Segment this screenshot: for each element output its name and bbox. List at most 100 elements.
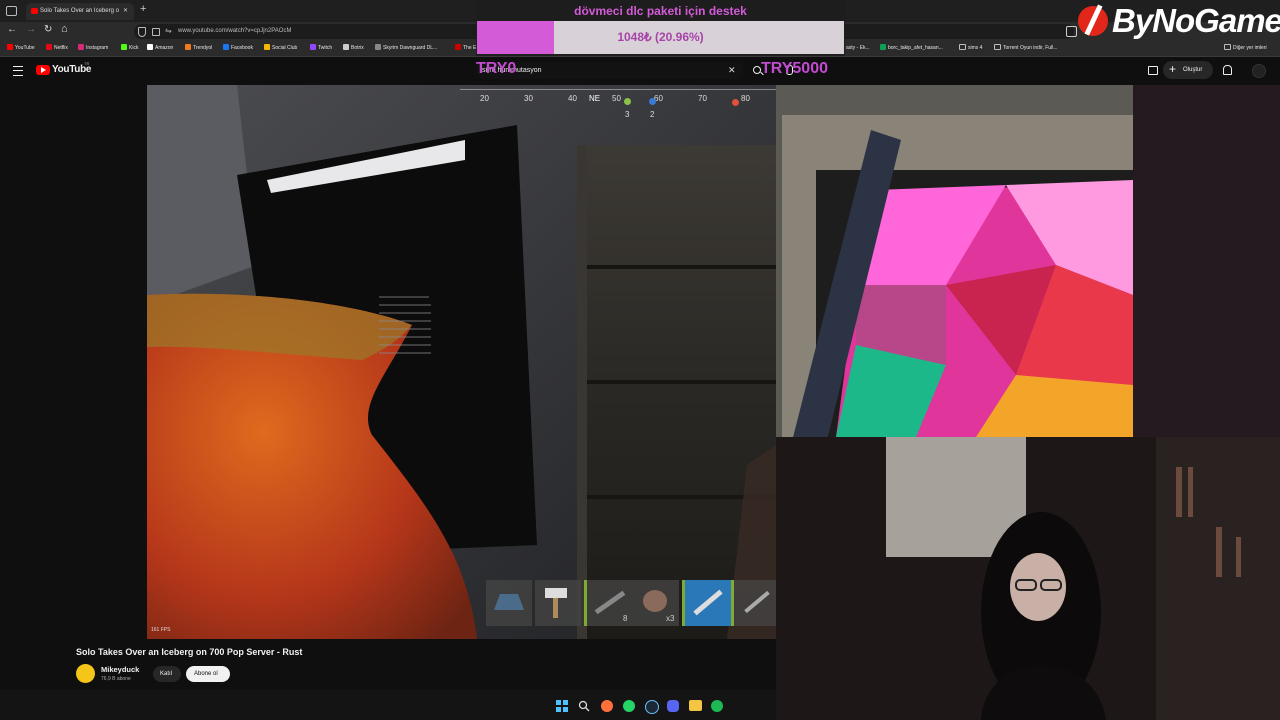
bookmark-amazon[interactable]: Amazon — [147, 41, 173, 56]
back-icon[interactable]: ← — [7, 24, 17, 35]
notifications-bell-icon[interactable] — [1223, 65, 1232, 75]
join-button[interactable]: Katıl — [153, 666, 181, 682]
reload-icon[interactable]: ↻ — [44, 24, 52, 35]
extension-icon[interactable] — [1066, 26, 1077, 37]
spotify-icon[interactable] — [711, 700, 723, 712]
compass-label: 50 — [612, 94, 621, 103]
marker-count: 2 — [650, 110, 655, 119]
bookmark-label: Skyrim Dawnguard DL... — [383, 45, 438, 51]
bookmark-youtube[interactable]: YouTube — [7, 41, 35, 56]
bynogame-logo-text: ByNoGame — [1112, 2, 1280, 39]
hotbar-slot: x3 — [633, 580, 679, 626]
bookmark-label: borc_takip_afet_hasan... — [888, 45, 943, 51]
forward-icon[interactable]: → — [26, 24, 36, 35]
new-tab-button[interactable]: + — [140, 3, 146, 15]
bookmark-label: Trendyol — [193, 45, 213, 51]
whatsapp-icon[interactable] — [623, 700, 635, 712]
windows-logo — [556, 700, 568, 712]
windows-icon[interactable] — [556, 700, 568, 712]
video-player[interactable]: 20 30 40 NE 50 60 70 80 E 3 2 8 x3 161 F… — [147, 85, 776, 639]
bookmark-label: Instagram — [86, 45, 109, 51]
folder-icon — [1224, 44, 1231, 50]
youtube-favicon-icon — [31, 8, 38, 14]
bookmark-red-icon — [455, 44, 461, 50]
file-explorer-icon[interactable] — [689, 700, 702, 711]
bookmark-facebook[interactable]: Facebook — [223, 41, 253, 56]
donation-max-label: TRY5000 — [761, 60, 828, 77]
tab-overview-icon[interactable] — [6, 6, 17, 16]
tab-close-icon[interactable]: ✕ — [123, 3, 128, 20]
fps-counter: 161 FPS — [151, 627, 171, 633]
instagram-icon — [78, 44, 84, 50]
bookmark-twitch[interactable]: Twitch — [310, 41, 332, 56]
bookmark-botrix[interactable]: Botrix — [343, 41, 364, 56]
hammer-handle — [553, 598, 558, 618]
bookmark-label: Torrent Oyun indir, Full... — [1003, 45, 1058, 51]
hammer-item-icon — [545, 588, 567, 598]
bookmark-label: Botrix — [351, 45, 364, 51]
lock-icon — [152, 28, 160, 36]
subscribe-button[interactable]: Abone ol — [186, 666, 230, 682]
create-button[interactable]: + Oluştur — [1163, 61, 1213, 79]
bookmark-trendyol[interactable]: Trendyol — [185, 41, 212, 56]
compass-label: NE — [589, 94, 601, 103]
medkit-item-icon — [643, 590, 667, 612]
cast-icon[interactable] — [1148, 66, 1158, 75]
hazmat-item-icon — [494, 594, 524, 610]
bookmark-netflix[interactable]: Netflix — [46, 41, 68, 56]
overlay-dark-panel — [1133, 85, 1280, 437]
machete-item-icon — [693, 589, 723, 616]
bookmark-label: Social Club — [272, 45, 298, 51]
bookmark-asty[interactable]: asty - Ek... — [846, 41, 870, 56]
compass-bar: 20 30 40 NE 50 60 70 80 E 3 2 — [460, 85, 776, 121]
subscribe-button-label: Abone ol — [194, 671, 218, 677]
social-club-icon — [264, 44, 270, 50]
shield-icon — [138, 27, 146, 37]
hotbar-slot — [731, 580, 776, 626]
bookmark-the-e[interactable]: The E — [455, 41, 476, 56]
channel-avatar[interactable] — [76, 664, 95, 683]
bookmark-sims4[interactable]: sims 4 — [959, 41, 982, 56]
red-map-marker-icon — [732, 99, 739, 106]
youtube-logo-region: TR — [84, 61, 90, 66]
plus-icon: + — [1169, 62, 1177, 76]
twitch-icon — [310, 44, 316, 50]
bookmark-skyrim[interactable]: Skyrim Dawnguard DL... — [375, 41, 437, 56]
discord-icon[interactable] — [667, 700, 679, 712]
channel-name[interactable]: Mikeyduck — [101, 665, 139, 674]
bookmark-social-club[interactable]: Social Club — [264, 41, 297, 56]
rifle-item-icon — [594, 590, 626, 615]
donation-progress-track: 1048₺ (20.96%) — [477, 21, 844, 54]
firefox-icon[interactable] — [601, 700, 613, 712]
donation-min-label: TRY0 — [476, 60, 517, 77]
hotbar-slot — [486, 580, 532, 626]
other-bookmarks[interactable]: Diğer yer imleri — [1224, 41, 1267, 56]
bookmark-borc-takip[interactable]: borc_takip_afet_hasan... — [880, 41, 943, 56]
bookmark-label: Kick — [129, 45, 139, 51]
bookmark-label: YouTube — [15, 45, 35, 51]
hotbar-slot-selected — [682, 580, 731, 626]
steam-icon[interactable] — [645, 700, 659, 714]
create-label: Oluştur — [1183, 67, 1203, 73]
menu-icon[interactable] — [13, 66, 23, 76]
youtube-header: YouTube TR sürü hummutasyon ✕ + Oluştur — [0, 57, 1280, 84]
home-icon[interactable]: ⌂ — [61, 23, 68, 35]
bookmark-label: Amazon — [155, 45, 174, 51]
search-clear-icon[interactable]: ✕ — [728, 62, 736, 79]
bookmark-instagram[interactable]: Instagram — [78, 41, 108, 56]
bookmark-kick[interactable]: Kick — [121, 41, 138, 56]
bookmark-label: sims 4 — [968, 45, 983, 51]
blue-map-marker-icon — [649, 98, 656, 105]
bynogame-logo: ByNoGame — [1078, 2, 1280, 42]
kick-icon — [121, 44, 127, 50]
search-icon[interactable] — [578, 700, 590, 712]
tab-active[interactable]: Solo Takes Over an Iceberg o ✕ — [26, 3, 134, 20]
windows-taskbar — [0, 690, 776, 720]
bookmark-torrent[interactable]: Torrent Oyun indir, Full... — [994, 41, 1057, 56]
facebook-icon — [223, 44, 229, 50]
compass-label: 80 — [741, 94, 750, 103]
page-settings-icon: ⇋ — [165, 26, 172, 35]
account-avatar[interactable] — [1252, 64, 1266, 78]
green-map-marker-icon — [624, 98, 631, 105]
subscriber-count: 76,9 B abone — [101, 676, 131, 682]
